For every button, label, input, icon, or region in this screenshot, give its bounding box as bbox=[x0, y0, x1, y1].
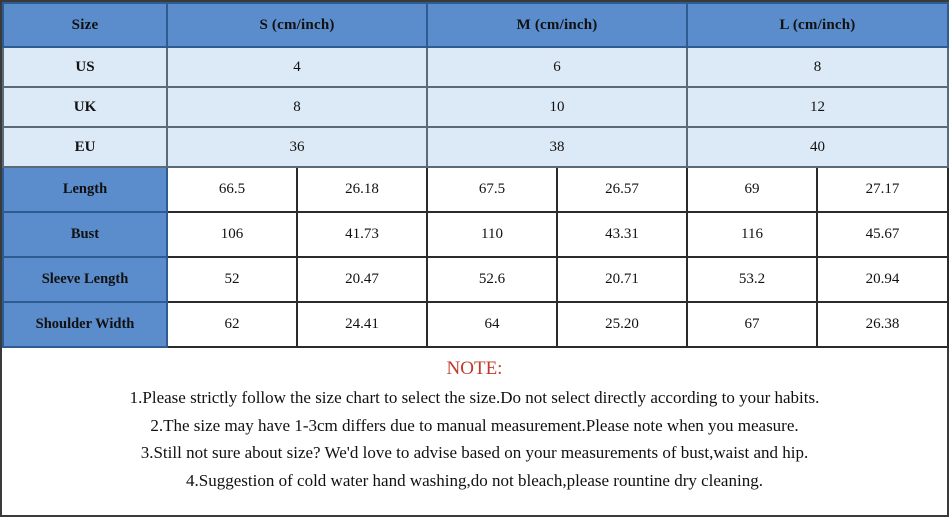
cell-us-m: 6 bbox=[426, 46, 688, 88]
note-section: NOTE: 1.Please strictly follow the size … bbox=[2, 348, 947, 500]
cell-length-m-inch: 26.57 bbox=[556, 166, 688, 213]
note-line-3: 3.Still not sure about size? We'd love t… bbox=[140, 443, 809, 462]
cell-eu-s: 36 bbox=[166, 126, 428, 168]
row-label-uk: UK bbox=[2, 86, 168, 128]
cell-length-s-cm: 66.5 bbox=[166, 166, 298, 213]
table-row: US 4 6 8 bbox=[2, 46, 949, 88]
cell-uk-l: 12 bbox=[685, 86, 949, 128]
cell-length-l-inch: 27.17 bbox=[815, 166, 949, 213]
cell-eu-l: 40 bbox=[685, 126, 949, 168]
size-chart-table: Size S (cm/inch) M (cm/inch) L (cm/inch)… bbox=[2, 2, 949, 348]
table-header-row: Size S (cm/inch) M (cm/inch) L (cm/inch) bbox=[2, 2, 949, 48]
cell-bust-l-cm: 116 bbox=[686, 211, 818, 258]
row-label-bust: Bust bbox=[2, 211, 168, 258]
cell-uk-m: 10 bbox=[426, 86, 688, 128]
cell-shoulder-s-cm: 62 bbox=[166, 301, 298, 348]
table-row: Length 66.5 26.18 67.5 26.57 69 27.17 bbox=[2, 166, 949, 213]
header-cell-size-m: M (cm/inch) bbox=[426, 2, 688, 48]
cell-sleeve-m-cm: 52.6 bbox=[426, 256, 558, 303]
header-cell-size-l: L (cm/inch) bbox=[685, 2, 949, 48]
note-line-4: 4.Suggestion of cold water hand washing,… bbox=[186, 470, 763, 490]
cell-shoulder-s-inch: 24.41 bbox=[296, 301, 428, 348]
row-label-shoulder-width: Shoulder Width bbox=[2, 301, 168, 348]
cell-sleeve-s-inch: 20.47 bbox=[296, 256, 428, 303]
row-label-eu: EU bbox=[2, 126, 168, 168]
cell-us-s: 4 bbox=[166, 46, 428, 88]
cell-bust-s-inch: 41.73 bbox=[296, 211, 428, 258]
cell-shoulder-m-cm: 64 bbox=[426, 301, 558, 348]
note-line-1: 1.Please strictly follow the size chart … bbox=[129, 388, 820, 407]
row-label-us: US bbox=[2, 46, 168, 88]
cell-bust-l-inch: 45.67 bbox=[815, 211, 949, 258]
table-row: Bust 106 41.73 110 43.31 116 45.67 bbox=[2, 211, 949, 258]
table-row: UK 8 10 12 bbox=[2, 86, 949, 128]
cell-bust-s-cm: 106 bbox=[166, 211, 298, 258]
cell-bust-m-inch: 43.31 bbox=[556, 211, 688, 258]
cell-eu-m: 38 bbox=[426, 126, 688, 168]
cell-sleeve-m-inch: 20.71 bbox=[556, 256, 688, 303]
header-cell-size-s: S (cm/inch) bbox=[166, 2, 428, 48]
size-chart-container: Size S (cm/inch) M (cm/inch) L (cm/inch)… bbox=[0, 0, 949, 517]
cell-uk-s: 8 bbox=[166, 86, 428, 128]
cell-shoulder-l-cm: 67 bbox=[686, 301, 818, 348]
cell-shoulder-l-inch: 26.38 bbox=[815, 301, 949, 348]
table-row: Shoulder Width 62 24.41 64 25.20 67 26.3… bbox=[2, 301, 949, 348]
header-cell-size: Size bbox=[2, 2, 168, 48]
cell-length-m-cm: 67.5 bbox=[426, 166, 558, 213]
row-label-length: Length bbox=[2, 166, 168, 213]
cell-length-l-cm: 69 bbox=[686, 166, 818, 213]
cell-bust-m-cm: 110 bbox=[426, 211, 558, 258]
note-line-2: 2.The size may have 1-3cm differs due to… bbox=[150, 415, 799, 435]
cell-sleeve-l-inch: 20.94 bbox=[815, 256, 949, 303]
cell-sleeve-s-cm: 52 bbox=[166, 256, 298, 303]
row-label-sleeve-length: Sleeve Length bbox=[2, 256, 168, 303]
table-row: Sleeve Length 52 20.47 52.6 20.71 53.2 2… bbox=[2, 256, 949, 303]
table-row: EU 36 38 40 bbox=[2, 126, 949, 168]
cell-shoulder-m-inch: 25.20 bbox=[556, 301, 688, 348]
cell-sleeve-l-cm: 53.2 bbox=[686, 256, 818, 303]
cell-us-l: 8 bbox=[685, 46, 949, 88]
note-title: NOTE: bbox=[446, 358, 503, 379]
cell-length-s-inch: 26.18 bbox=[296, 166, 428, 213]
